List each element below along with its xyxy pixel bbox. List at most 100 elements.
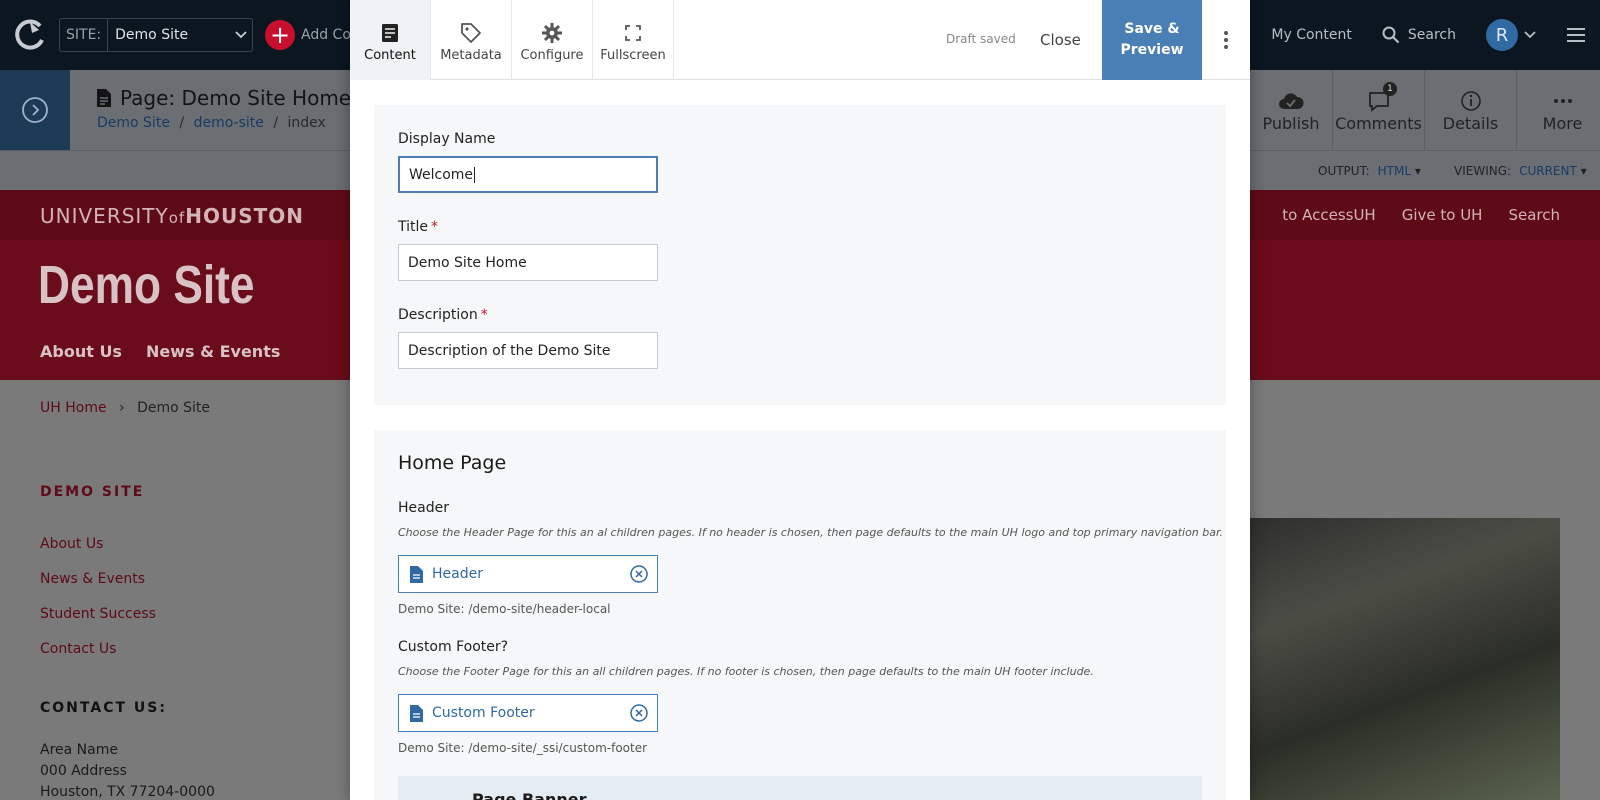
required-asterisk: * <box>480 307 488 323</box>
page-title: Page: Demo Site Home <box>96 86 351 110</box>
more-label: More <box>1542 113 1583 133</box>
save-preview-label-line1: Save & <box>1124 21 1180 37</box>
add-content-label: Add Co <box>301 27 351 43</box>
viewing-value: CURRENT <box>1519 164 1577 178</box>
title-input[interactable]: Demo Site Home <box>398 244 658 281</box>
site-selector-value: Demo Site <box>115 27 189 43</box>
details-label: Details <box>1442 113 1499 133</box>
publish-button[interactable]: Publish <box>1250 70 1332 150</box>
side-nav-item[interactable]: About Us <box>40 536 103 552</box>
display-name-input[interactable]: Welcome <box>398 156 658 193</box>
site-nav: About Us News & Events <box>40 342 304 361</box>
side-nav-item[interactable]: News & Events <box>40 571 145 587</box>
campus-photo <box>1250 518 1560 800</box>
viewing-selector[interactable]: VIEWING: CURRENT ▾ <box>1454 164 1587 178</box>
description-value: Description of the Demo Site <box>408 342 611 359</box>
more-vertical-icon[interactable] <box>1216 28 1236 52</box>
cascade-logo-icon[interactable] <box>12 16 48 52</box>
chevron-right-circle-icon <box>22 97 48 123</box>
description-input[interactable]: Description of the Demo Site <box>398 332 658 369</box>
breadcrumb-folder[interactable]: demo-site <box>194 115 264 131</box>
contact-line: Houston, TX 77204-0000 <box>40 784 215 800</box>
save-preview-button[interactable]: Save & Preview <box>1102 0 1202 80</box>
hamburger-menu-icon[interactable] <box>1566 27 1586 43</box>
draft-status: Draft saved <box>946 32 1016 46</box>
avatar: R <box>1486 19 1518 51</box>
tab-configure-label: Configure <box>520 47 584 63</box>
required-asterisk: * <box>431 219 439 235</box>
site-breadcrumb-home[interactable]: UH Home <box>40 400 107 416</box>
details-button[interactable]: Details <box>1424 70 1516 150</box>
global-search-button[interactable]: Search <box>1382 26 1456 44</box>
home-page-card: Home Page Header Choose the Header Page … <box>374 430 1226 800</box>
breadcrumb-current: index <box>287 115 326 131</box>
output-value: HTML <box>1377 164 1412 178</box>
site-nav-about[interactable]: About Us <box>40 342 122 361</box>
site-breadcrumb-current: Demo Site <box>137 400 211 416</box>
output-selector[interactable]: OUTPUT: HTML ▾ <box>1318 164 1421 178</box>
caret-down-icon: ▾ <box>1414 164 1421 178</box>
basic-fields-card: Display Name Welcome Title * Demo Site Ho… <box>374 105 1226 405</box>
header-hint: Choose the Header Page for this an al ch… <box>398 526 1224 539</box>
user-menu[interactable]: R <box>1486 19 1536 51</box>
tab-fullscreen[interactable]: Fullscreen <box>593 0 674 80</box>
info-icon <box>1460 88 1482 114</box>
site-nav-news[interactable]: News & Events <box>146 342 280 361</box>
footer-hint: Choose the Footer Page for this an all c… <box>398 665 1094 678</box>
tab-content[interactable]: Content <box>350 0 431 80</box>
viewing-label: VIEWING: <box>1454 164 1512 178</box>
side-nav-item[interactable]: Student Success <box>40 606 156 622</box>
home-page-section-title: Home Page <box>398 452 507 474</box>
page-banner-group[interactable]: Page Banner <box>398 776 1202 800</box>
close-button[interactable]: Close <box>1040 31 1081 49</box>
sidebar-toggle-button[interactable] <box>0 70 70 150</box>
comments-button[interactable]: 1 Comments <box>1332 70 1424 150</box>
content-doc-icon <box>381 18 399 48</box>
edit-form: Display Name Welcome Title * Demo Site Ho… <box>350 80 1250 800</box>
document-icon <box>409 704 424 723</box>
tab-content-label: Content <box>364 47 416 63</box>
more-button[interactable]: More <box>1516 70 1600 150</box>
title-label: Title * <box>398 219 438 235</box>
breadcrumb-separator: / <box>179 115 185 131</box>
tab-configure[interactable]: Configure <box>512 0 593 80</box>
display-name-value: Welcome <box>409 166 474 183</box>
search-icon <box>1382 26 1400 44</box>
cloud-check-icon <box>1278 88 1304 114</box>
breadcrumb-site[interactable]: Demo Site <box>97 115 170 131</box>
add-content-button[interactable]: + Add Co <box>265 20 351 50</box>
accessuh-link[interactable]: to AccessUH <box>1282 206 1375 224</box>
display-name-label: Display Name <box>398 131 496 147</box>
chevron-down-icon <box>230 31 252 39</box>
description-label-text: Description <box>398 307 478 323</box>
contact-line: Area Name <box>40 742 118 758</box>
tab-fullscreen-label: Fullscreen <box>600 47 666 63</box>
header-label: Header <box>398 500 449 516</box>
plus-icon: + <box>265 20 295 50</box>
clear-circle-icon[interactable] <box>630 565 648 583</box>
side-nav-item[interactable]: Contact Us <box>40 641 116 657</box>
uh-logo-of: of <box>168 209 186 227</box>
give-to-uh-link[interactable]: Give to UH <box>1402 206 1483 224</box>
uh-logo[interactable]: UNIVERSITYofHOUSTON <box>40 204 304 228</box>
tag-icon <box>460 18 482 48</box>
save-preview-label-line2: Preview <box>1120 42 1184 58</box>
tab-metadata-label: Metadata <box>440 47 502 63</box>
comments-label: Comments <box>1335 113 1422 133</box>
edit-modal: Content Metadata Configure Fullscreen Dr… <box>350 0 1250 800</box>
header-chooser[interactable]: Header <box>398 555 658 593</box>
my-content-link[interactable]: My Content <box>1271 27 1352 43</box>
clear-circle-icon[interactable] <box>630 704 648 722</box>
contact-line: 000 Address <box>40 763 127 779</box>
site-selector[interactable]: SITE: Demo Site <box>59 18 253 52</box>
tab-metadata[interactable]: Metadata <box>431 0 512 80</box>
header-path: Demo Site: /demo-site/header-local <box>398 602 611 616</box>
footer-path: Demo Site: /demo-site/_ssi/custom-footer <box>398 741 648 755</box>
footer-chooser[interactable]: Custom Footer <box>398 694 658 732</box>
document-icon <box>409 565 424 584</box>
fullscreen-icon <box>625 18 641 48</box>
footer-chooser-value: Custom Footer <box>432 705 535 721</box>
site-search-link[interactable]: Search <box>1508 206 1560 224</box>
title-value: Demo Site Home <box>408 254 527 271</box>
site-breadcrumb-separator: › <box>119 400 125 416</box>
